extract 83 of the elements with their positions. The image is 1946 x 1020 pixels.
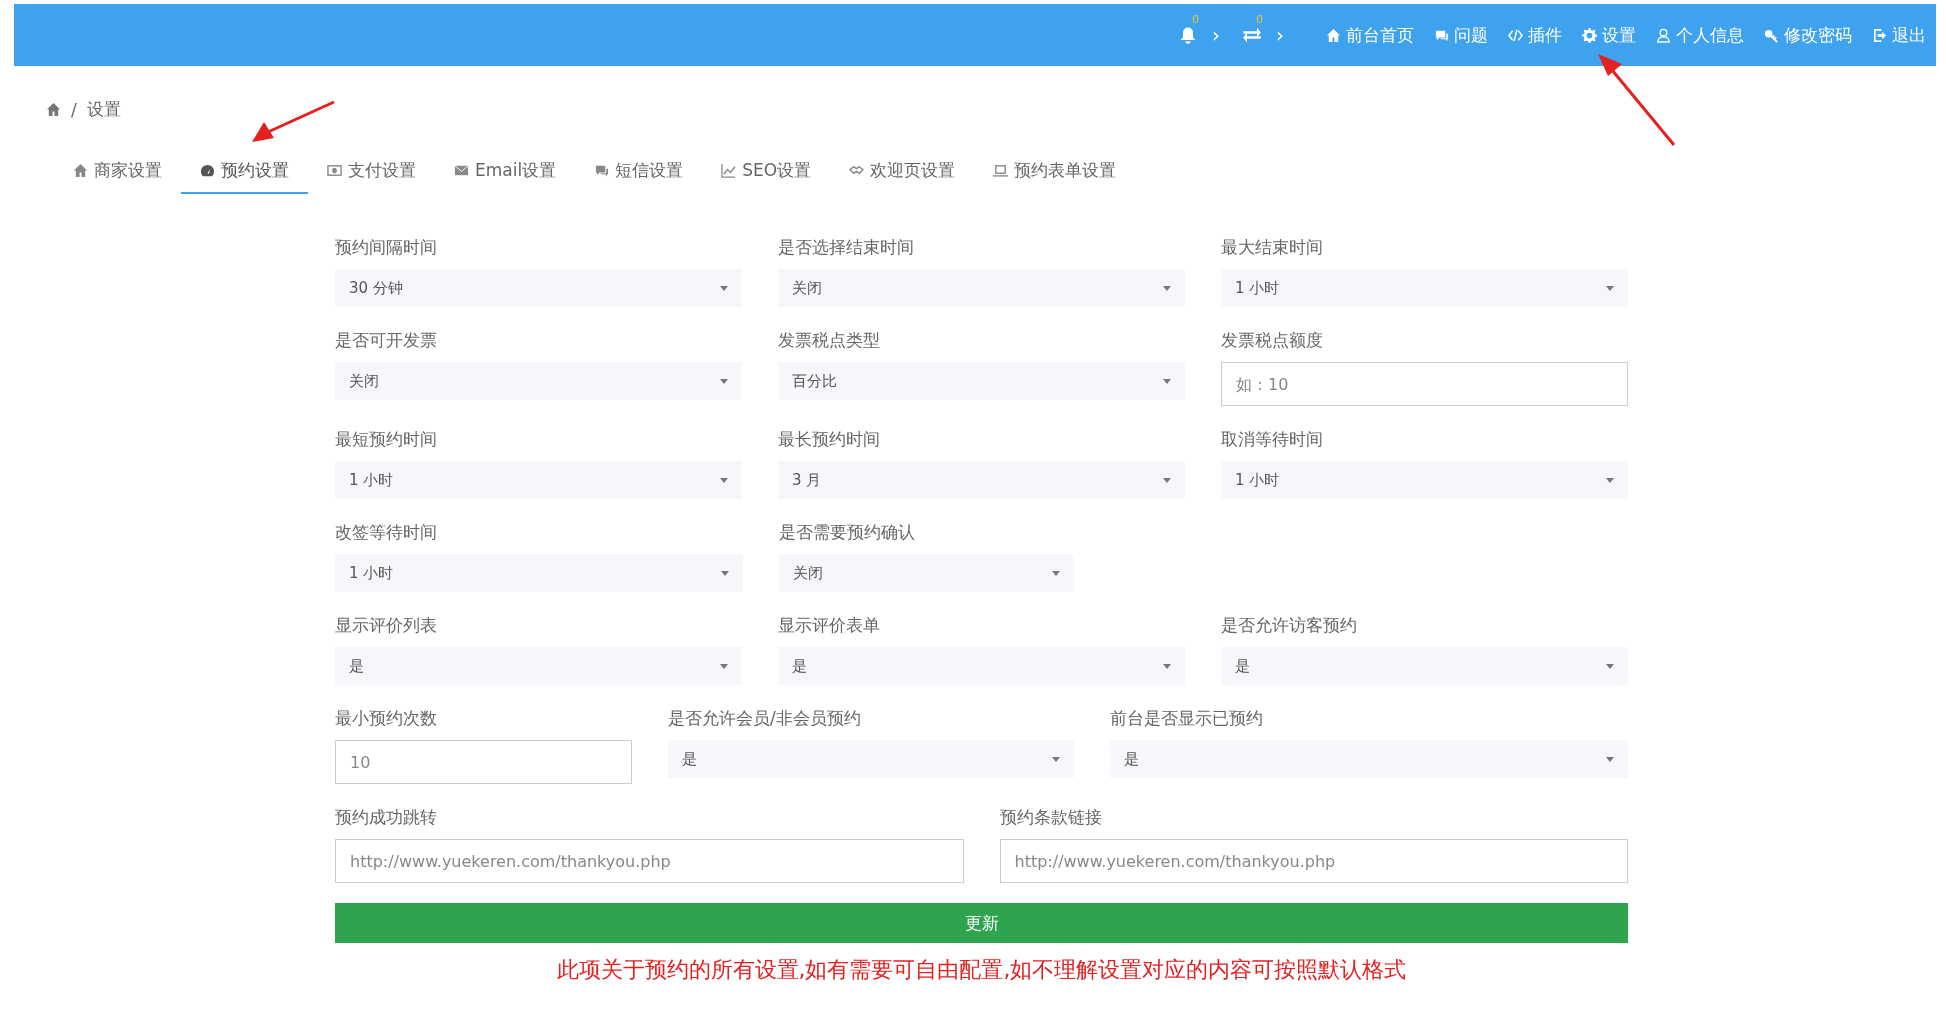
count-label: 0 xyxy=(1192,13,1199,26)
input-field[interactable]: http://www.yuekeren.com/thankyou.php xyxy=(335,839,964,883)
field-label: 前台是否显示已预约 xyxy=(1110,707,1264,730)
caret-icon xyxy=(1606,285,1614,291)
field-label: 是否选择结束时间 xyxy=(778,236,915,259)
field-label: 显示评价表单 xyxy=(778,614,881,637)
count-label: 0 xyxy=(1256,13,1263,26)
caret-icon xyxy=(1163,378,1171,384)
caret-icon xyxy=(1163,477,1171,483)
field-label: 最小预约次数 xyxy=(335,707,438,730)
chat-bubbles-icon xyxy=(594,163,610,178)
settings-tab[interactable]: SEO设置 xyxy=(702,151,831,194)
dropdown[interactable]: 1 小时 xyxy=(335,461,742,499)
caret-icon xyxy=(720,285,728,291)
note-text: 此项关于预约的所有设置,如有需要可自由配置,如不理解设置对应的内容可按照默认格式 xyxy=(555,956,1408,984)
field-label: 取消等待时间 xyxy=(1221,428,1324,451)
dropdown[interactable]: 是 xyxy=(335,647,742,685)
code-icon xyxy=(1508,27,1523,43)
field-label: 是否允许访客预约 xyxy=(1221,614,1358,637)
caret-icon xyxy=(720,663,728,669)
dropdown[interactable]: 1 小时 xyxy=(335,554,743,592)
dropdown[interactable]: 1 小时 xyxy=(1221,269,1628,307)
caret-icon xyxy=(1606,477,1614,483)
caret-icon xyxy=(721,570,729,576)
home-icon xyxy=(46,102,61,117)
breadcrumb-separator: / xyxy=(71,99,77,120)
dropdown[interactable]: 30 分钟 xyxy=(335,269,742,307)
input-field[interactable]: 如：10 xyxy=(1221,362,1628,406)
dropdown[interactable]: 是 xyxy=(668,740,1074,778)
field-label: 显示评价列表 xyxy=(335,614,438,637)
breadcrumb-current: 设置 xyxy=(86,98,121,121)
field-label: 改签等待时间 xyxy=(335,521,438,544)
dropdown[interactable]: 关闭 xyxy=(335,362,742,400)
envelope-icon xyxy=(454,163,469,178)
home-icon xyxy=(73,163,88,178)
caret-icon xyxy=(720,477,728,483)
logout-icon xyxy=(1872,27,1887,43)
field-label: 预约间隔时间 xyxy=(335,236,438,259)
laptop-icon xyxy=(993,163,1009,178)
settings-tab[interactable]: 商家设置 xyxy=(54,151,181,194)
field-label: 预约成功跳转 xyxy=(335,806,438,829)
dropdown[interactable]: 是 xyxy=(1110,740,1628,778)
settings-tab[interactable]: Email设置 xyxy=(435,151,576,194)
caret-icon xyxy=(1052,756,1060,762)
field-label: 是否可开发票 xyxy=(335,329,438,352)
transfer-icon xyxy=(1242,25,1262,45)
key-icon xyxy=(1764,27,1779,43)
home-icon xyxy=(1326,27,1341,43)
settings-tab[interactable]: 预约表单设置 xyxy=(974,151,1136,194)
dropdown[interactable]: 3 月 xyxy=(778,461,1185,499)
field-label: 是否需要预约确认 xyxy=(779,521,916,544)
dropdown[interactable]: 1 小时 xyxy=(1221,461,1628,499)
settings-tab[interactable]: 预约设置 xyxy=(181,151,308,194)
user-icon xyxy=(1656,27,1671,43)
banknote-icon xyxy=(327,163,342,178)
dropdown[interactable]: 关闭 xyxy=(779,554,1074,592)
bell-icon xyxy=(1178,25,1198,45)
dropdown[interactable]: 关闭 xyxy=(778,269,1185,307)
caret-icon xyxy=(1052,570,1060,576)
field-label: 发票税点额度 xyxy=(1221,329,1324,352)
dropdown[interactable]: 百分比 xyxy=(778,362,1185,400)
field-label: 最长预约时间 xyxy=(778,428,881,451)
input-field[interactable]: http://www.yuekeren.com/thankyou.php xyxy=(999,839,1628,883)
caret-icon xyxy=(1606,756,1614,762)
field-label: 预约条款链接 xyxy=(999,806,1103,829)
gauge-icon xyxy=(200,163,215,178)
caret-icon xyxy=(1163,663,1171,669)
caret-icon xyxy=(1606,663,1614,669)
field-label: 是否允许会员/非会员预约 xyxy=(668,707,862,730)
input-field[interactable]: 10 xyxy=(335,740,632,784)
dropdown[interactable]: 是 xyxy=(1221,647,1628,685)
field-label: 发票税点类型 xyxy=(778,329,881,352)
line-chart-icon xyxy=(721,163,737,178)
dropdown[interactable]: 是 xyxy=(778,647,1185,685)
caret-icon xyxy=(720,378,728,384)
settings-tab[interactable]: 支付设置 xyxy=(308,151,435,194)
update-button[interactable]: 更新 xyxy=(335,903,1628,943)
field-label: 最短预约时间 xyxy=(335,428,438,451)
field-label: 最大结束时间 xyxy=(1221,236,1324,259)
settings-tab[interactable]: 欢迎页设置 xyxy=(830,151,975,194)
settings-icon xyxy=(1582,27,1597,43)
settings-tab[interactable]: 短信设置 xyxy=(575,151,703,194)
caret-icon xyxy=(1163,285,1171,291)
